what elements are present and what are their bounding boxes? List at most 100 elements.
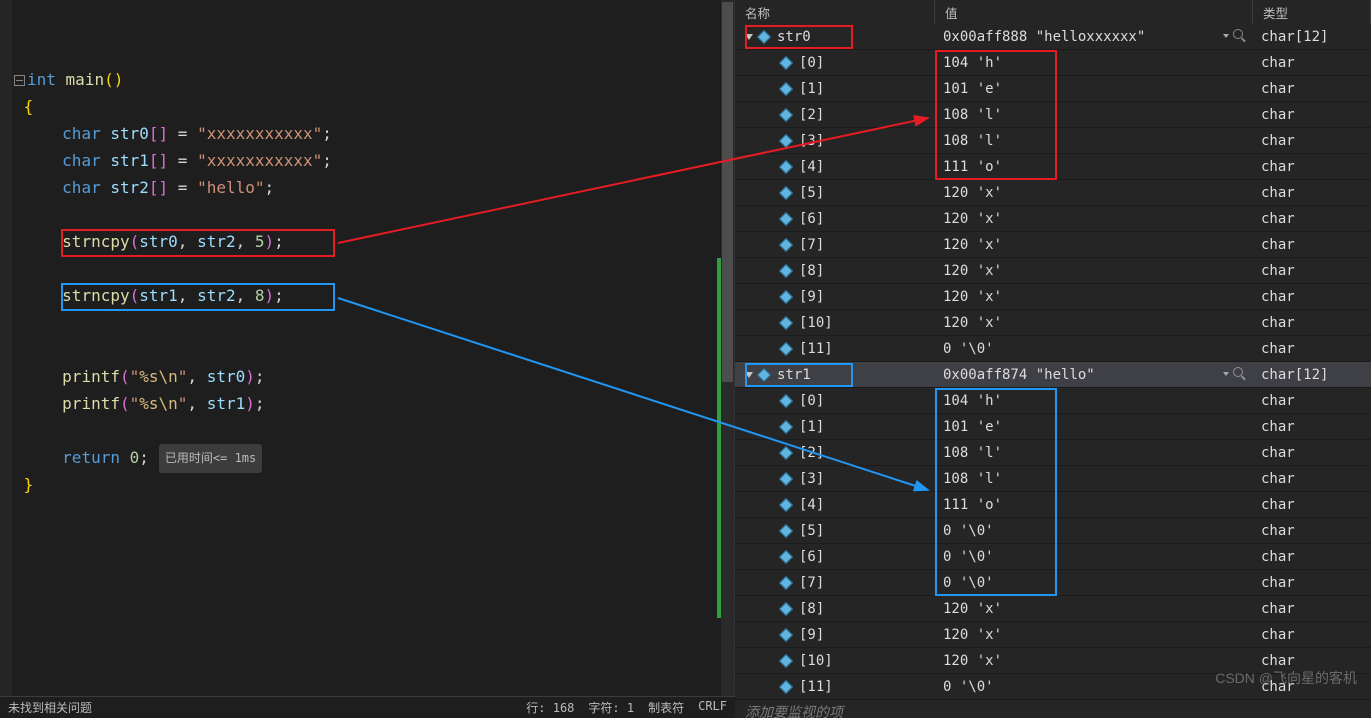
- variable-icon: [779, 107, 793, 121]
- watch-child-index: [5]: [799, 518, 824, 544]
- watch-header-type[interactable]: 类型: [1253, 0, 1371, 24]
- variable-icon: [779, 315, 793, 329]
- status-problems[interactable]: 未找到相关问题: [8, 699, 92, 716]
- watch-child-index: [1]: [799, 76, 824, 102]
- variable-icon: [779, 679, 793, 693]
- watch-child-index: [5]: [799, 180, 824, 206]
- editor-status-bar: 未找到相关问题 行: 168 字符: 1 制表符 CRLF: [0, 696, 735, 718]
- variable-icon: [779, 627, 793, 641]
- variable-icon: [779, 133, 793, 147]
- watch-child-value: 0 '\0': [935, 336, 1253, 361]
- variable-icon: [779, 445, 793, 459]
- watch-child-type: char: [1253, 154, 1371, 179]
- watch-child-type: char: [1253, 206, 1371, 231]
- watch-row-child[interactable]: [6]0 '\0'char: [735, 544, 1371, 570]
- watch-child-value: 120 'x': [935, 180, 1253, 205]
- watch-row-child[interactable]: [3]108 'l'char: [735, 466, 1371, 492]
- watch-row-child[interactable]: [2]108 'l'char: [735, 102, 1371, 128]
- watch-row-child[interactable]: [7]0 '\0'char: [735, 570, 1371, 596]
- watch-child-index: [8]: [799, 258, 824, 284]
- watch-row-child[interactable]: [9]120 'x'char: [735, 284, 1371, 310]
- dropdown-icon[interactable]: [1223, 372, 1229, 376]
- variable-icon: [779, 549, 793, 563]
- variable-icon: [779, 159, 793, 173]
- code-line: [14, 12, 734, 39]
- watch-row-parent[interactable]: str10x00aff874 "hello"char[12]: [735, 362, 1371, 388]
- watch-child-type: char: [1253, 336, 1371, 361]
- watch-row-child[interactable]: [5]0 '\0'char: [735, 518, 1371, 544]
- variable-icon: [779, 263, 793, 277]
- watch-child-index: [2]: [799, 102, 824, 128]
- watch-child-index: [3]: [799, 128, 824, 154]
- watch-child-type: char: [1253, 128, 1371, 153]
- status-eol[interactable]: CRLF: [698, 699, 727, 716]
- variable-icon: [779, 341, 793, 355]
- watch-child-index: [0]: [799, 388, 824, 414]
- watch-row-child[interactable]: [1]101 'e'char: [735, 76, 1371, 102]
- watch-child-value: 120 'x': [935, 310, 1253, 335]
- watch-child-index: [4]: [799, 492, 824, 518]
- watch-row-child[interactable]: [4]111 'o'char: [735, 154, 1371, 180]
- watch-row-child[interactable]: [10] 120 'x'char: [735, 310, 1371, 336]
- watch-child-value: 104 'h': [935, 388, 1253, 413]
- variable-icon: [779, 497, 793, 511]
- variable-icon: [779, 471, 793, 485]
- editor-scrollbar[interactable]: [721, 0, 734, 696]
- variable-icon: [779, 419, 793, 433]
- search-icon[interactable]: [1233, 367, 1247, 381]
- watch-child-type: char: [1253, 492, 1371, 517]
- watch-child-value: 108 'l': [935, 128, 1253, 153]
- watch-child-value: 104 'h': [935, 50, 1253, 75]
- variable-icon: [779, 55, 793, 69]
- status-col[interactable]: 字符: 1: [588, 699, 634, 716]
- search-icon[interactable]: [1233, 29, 1247, 43]
- watch-child-type: char: [1253, 310, 1371, 335]
- watch-child-index: [7]: [799, 232, 824, 258]
- status-tabs[interactable]: 制表符: [648, 699, 684, 716]
- watch-child-index: [4]: [799, 154, 824, 180]
- watch-add-item[interactable]: 添加要监视的项: [735, 700, 1371, 718]
- watch-row-child[interactable]: [4] 111 'o'char: [735, 492, 1371, 518]
- watch-child-index: [11]: [799, 674, 833, 700]
- watch-row-child[interactable]: [11]0 '\0'char: [735, 336, 1371, 362]
- status-line[interactable]: 行: 168: [526, 699, 574, 716]
- exec-time-badge: 已用时间<= 1ms: [159, 444, 262, 473]
- watch-row-child[interactable]: [5]120 'x'char: [735, 180, 1371, 206]
- watch-row-child[interactable]: [2]108 'l'char: [735, 440, 1371, 466]
- watch-child-value: 101 'e': [935, 414, 1253, 439]
- expander-icon[interactable]: [745, 372, 753, 378]
- watch-row-child[interactable]: [0]104 'h'char: [735, 388, 1371, 414]
- dropdown-icon[interactable]: [1223, 34, 1229, 38]
- watch-child-index: [10]: [799, 310, 833, 336]
- watch-child-index: [7]: [799, 570, 824, 596]
- watch-child-type: char: [1253, 466, 1371, 491]
- watch-row-child[interactable]: [3] 108 'l'char: [735, 128, 1371, 154]
- variable-icon: [779, 601, 793, 615]
- watch-child-type: char: [1253, 414, 1371, 439]
- watch-row-child[interactable]: [0]104 'h'char: [735, 50, 1371, 76]
- watch-row-child[interactable]: [6]120 'x'char: [735, 206, 1371, 232]
- watch-header-value[interactable]: 值: [935, 0, 1253, 24]
- watch-child-value: 0 '\0': [935, 518, 1253, 543]
- watch-child-index: [9]: [799, 284, 824, 310]
- watch-row-child[interactable]: [8]120 'x'char: [735, 258, 1371, 284]
- watch-var-name: str1: [777, 362, 811, 388]
- watch-child-type: char: [1253, 102, 1371, 127]
- code-editor-pane[interactable]: int main() { char str0[] = "xxxxxxxxxxx"…: [0, 0, 735, 718]
- watch-child-value: 111 'o': [935, 492, 1253, 517]
- watch-row-child[interactable]: [7]120 'x'char: [735, 232, 1371, 258]
- watch-row-child[interactable]: [1] 101 'e'char: [735, 414, 1371, 440]
- watch-child-type: char: [1253, 76, 1371, 101]
- watch-header-name[interactable]: 名称: [735, 0, 935, 24]
- watch-row-child[interactable]: [8]120 'x'char: [735, 596, 1371, 622]
- watch-row-parent[interactable]: str00x00aff888 "helloxxxxxx"char[12]: [735, 24, 1371, 50]
- watch-child-value: 108 'l': [935, 440, 1253, 465]
- watch-child-value: 120 'x': [935, 622, 1253, 647]
- watch-child-index: [1]: [799, 414, 824, 440]
- expander-icon[interactable]: [745, 34, 753, 40]
- watch-child-type: char: [1253, 50, 1371, 75]
- watch-panel[interactable]: 名称 值 类型 str00x00aff888 "helloxxxxxx"char…: [735, 0, 1371, 718]
- watch-child-index: [3]: [799, 466, 824, 492]
- watch-child-index: [10]: [799, 648, 833, 674]
- watch-row-child[interactable]: [9]120 'x'char: [735, 622, 1371, 648]
